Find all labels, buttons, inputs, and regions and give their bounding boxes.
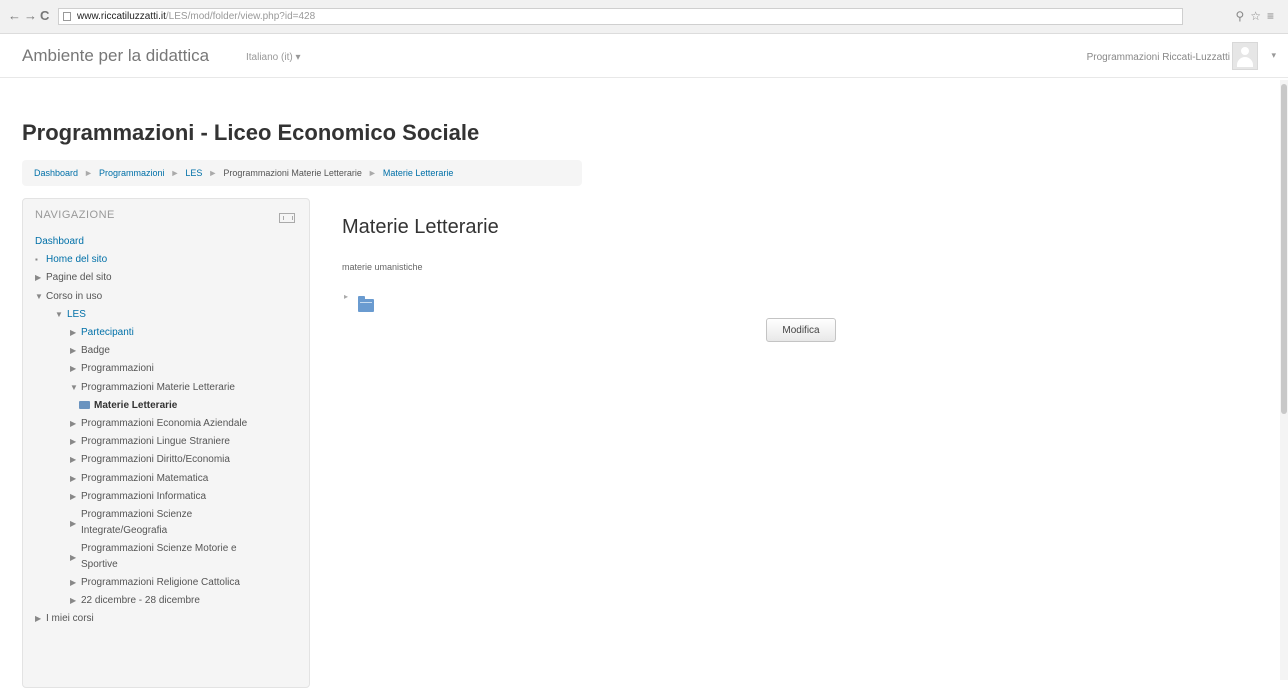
nav-item-corso-in-uso[interactable]: ▼ Corso in uso (23, 288, 309, 306)
nav-item-label: Corso in uso (46, 290, 103, 302)
nav-item-label: Programmazioni Scienze Integrate/Geograf… (81, 509, 193, 536)
nav-item-week[interactable]: ▶ 22 dicembre - 28 dicembre (23, 592, 309, 610)
nav-item-les[interactable]: ▼ LES (23, 306, 309, 324)
expand-arrow-icon: ▶ (70, 328, 77, 338)
breadcrumb-separator: ► (367, 168, 377, 178)
nav-item-label: Pagine del sito (46, 272, 112, 284)
nav-item-home[interactable]: ▪ Home del sito (23, 251, 309, 269)
expand-arrow-icon: ▶ (70, 419, 77, 429)
nav-item-matematica[interactable]: ▶ Programmazioni Matematica (23, 470, 309, 488)
folder-icon (79, 400, 90, 409)
breadcrumb-materie-letterarie-section[interactable]: Programmazioni Materie Letterarie (223, 168, 362, 178)
tree-expander-icon[interactable]: ▸ (344, 292, 348, 301)
breadcrumb-dashboard[interactable]: Dashboard (34, 168, 78, 178)
expand-arrow-icon: ▶ (70, 578, 77, 588)
back-arrow-icon[interactable]: ← (8, 9, 21, 23)
nav-item-label: Partecipanti (81, 327, 134, 339)
page-icon (63, 12, 71, 21)
nav-item-pagine-del-sito[interactable]: ▶ Pagine del sito (23, 269, 309, 287)
breadcrumb-current[interactable]: Materie Letterarie (383, 168, 454, 178)
nav-item-badge[interactable]: ▶ Badge (23, 342, 309, 360)
bullet-icon: ▪ (35, 255, 38, 265)
nav-item-label: Materie Letterarie (94, 399, 178, 411)
nav-item-informatica[interactable]: ▶ Programmazioni Informatica (23, 488, 309, 506)
expand-arrow-icon: ▶ (70, 596, 77, 606)
language-menu[interactable]: Italiano (it) ▾ (246, 52, 300, 63)
breadcrumb-separator: ► (170, 168, 180, 178)
folder-tree: ▸ (344, 292, 384, 316)
expand-arrow-icon: ▶ (70, 346, 77, 356)
collapse-arrow-icon: ▼ (70, 382, 78, 392)
url-host: www.riccatiluzzatti.it (77, 11, 166, 22)
expand-arrow-icon: ▶ (70, 455, 77, 465)
scrollbar-thumb[interactable] (1281, 84, 1287, 414)
nav-item-label: Programmazioni Lingue Straniere (81, 436, 230, 448)
nav-item-label: Badge (81, 345, 110, 357)
edit-button[interactable]: Modifica (766, 318, 836, 342)
expand-arrow-icon: ▶ (35, 273, 42, 283)
folder-title: Materie Letterarie (342, 216, 499, 238)
collapse-arrow-icon: ▼ (55, 309, 63, 319)
navigation-title: NAVIGAZIONE (35, 209, 115, 221)
nav-item-label: Dashboard (35, 236, 84, 247)
nav-item-label: Programmazioni Religione Cattolica (81, 577, 240, 589)
folder-description: materie umanistiche (342, 262, 423, 272)
navigation-tree: Dashboard ▪ Home del sito ▶ Pagine del s… (23, 233, 309, 629)
breadcrumb-separator: ► (208, 168, 218, 178)
nav-item-materie-letterarie[interactable]: Materie Letterarie (23, 397, 309, 415)
address-bar[interactable]: www.riccatiluzzatti.it/LES/mod/folder/vi… (58, 8, 1183, 25)
browser-toolbar: ← → C www.riccatiluzzatti.it/LES/mod/fol… (0, 0, 1288, 34)
nav-item-dashboard[interactable]: Dashboard (23, 233, 309, 251)
nav-item-label: Programmazioni Matematica (81, 472, 209, 484)
dock-block-icon[interactable] (279, 213, 295, 223)
nav-item-scienze-motorie[interactable]: ▶ Programmazioni Scienze Motorie e Sport… (23, 540, 261, 574)
nav-item-diritto-economia[interactable]: ▶ Programmazioni Diritto/Economia (23, 451, 309, 469)
expand-arrow-icon: ▶ (35, 614, 42, 624)
breadcrumb-separator: ► (84, 168, 93, 178)
nav-item-scienze-integrate[interactable]: ▶ Programmazioni Scienze Integrate/Geogr… (23, 506, 261, 540)
forward-arrow-icon[interactable]: → (24, 9, 37, 23)
user-name[interactable]: Programmazioni Riccati-Luzzatti (1087, 52, 1230, 63)
nav-item-label: Programmazioni Diritto/Economia (81, 454, 230, 466)
site-navbar: Ambiente per la didattica Italiano (it) … (0, 34, 1288, 78)
expand-arrow-icon: ▶ (70, 491, 77, 501)
reload-icon[interactable]: C (40, 9, 49, 23)
nav-item-economia-aziendale[interactable]: ▶ Programmazioni Economia Aziendale (23, 415, 309, 433)
nav-item-label: Home del sito (46, 254, 108, 266)
expand-arrow-icon: ▶ (70, 437, 77, 447)
nav-item-label: Programmazioni Informatica (81, 490, 207, 502)
nav-item-programmazioni[interactable]: ▶ Programmazioni (23, 360, 309, 378)
breadcrumb-programmazioni[interactable]: Programmazioni (99, 168, 165, 178)
nav-item-label: Programmazioni Scienze Motorie e Sportiv… (81, 543, 237, 570)
expand-arrow-icon: ▶ (70, 553, 77, 563)
expand-arrow-icon: ▶ (70, 519, 77, 529)
nav-item-label: 22 dicembre - 28 dicembre (81, 595, 200, 607)
collapse-arrow-icon: ▼ (35, 291, 43, 301)
chevron-down-icon[interactable]: ▾ (1271, 50, 1276, 61)
navigation-block: NAVIGAZIONE Dashboard ▪ Home del sito ▶ … (22, 198, 310, 688)
site-brand[interactable]: Ambiente per la didattica (22, 46, 209, 66)
page-title: Programmazioni - Liceo Economico Sociale (22, 120, 480, 145)
nav-item-partecipanti[interactable]: ▶ Partecipanti (23, 324, 309, 342)
nav-item-label: I miei corsi (46, 613, 94, 625)
page-scrollbar[interactable] (1280, 80, 1288, 680)
nav-item-label: Programmazioni Materie Letterarie (81, 381, 235, 393)
url-path: /LES/mod/folder/view.php?id=428 (165, 11, 316, 22)
nav-item-i-miei-corsi[interactable]: ▶ I miei corsi (23, 610, 309, 628)
breadcrumb-les[interactable]: LES (185, 168, 202, 178)
folder-icon[interactable] (358, 296, 374, 312)
nav-item-programmazioni-materie-letterarie[interactable]: ▼ Programmazioni Materie Letterarie (23, 379, 309, 397)
nav-item-label: Programmazioni Economia Aziendale (81, 418, 248, 430)
expand-arrow-icon: ▶ (70, 364, 77, 374)
nav-item-religione-cattolica[interactable]: ▶ Programmazioni Religione Cattolica (23, 574, 309, 592)
avatar[interactable] (1232, 42, 1258, 70)
breadcrumb: Dashboard ► Programmazioni ► LES ► Programmazi… (22, 160, 582, 186)
expand-arrow-icon: ▶ (70, 473, 77, 483)
browser-menu-icons[interactable]: ⚲☆≡ (1235, 9, 1280, 23)
nav-item-lingue-straniere[interactable]: ▶ Programmazioni Lingue Straniere (23, 433, 309, 451)
nav-item-label: LES (67, 308, 86, 320)
nav-item-label: Programmazioni (81, 363, 154, 375)
